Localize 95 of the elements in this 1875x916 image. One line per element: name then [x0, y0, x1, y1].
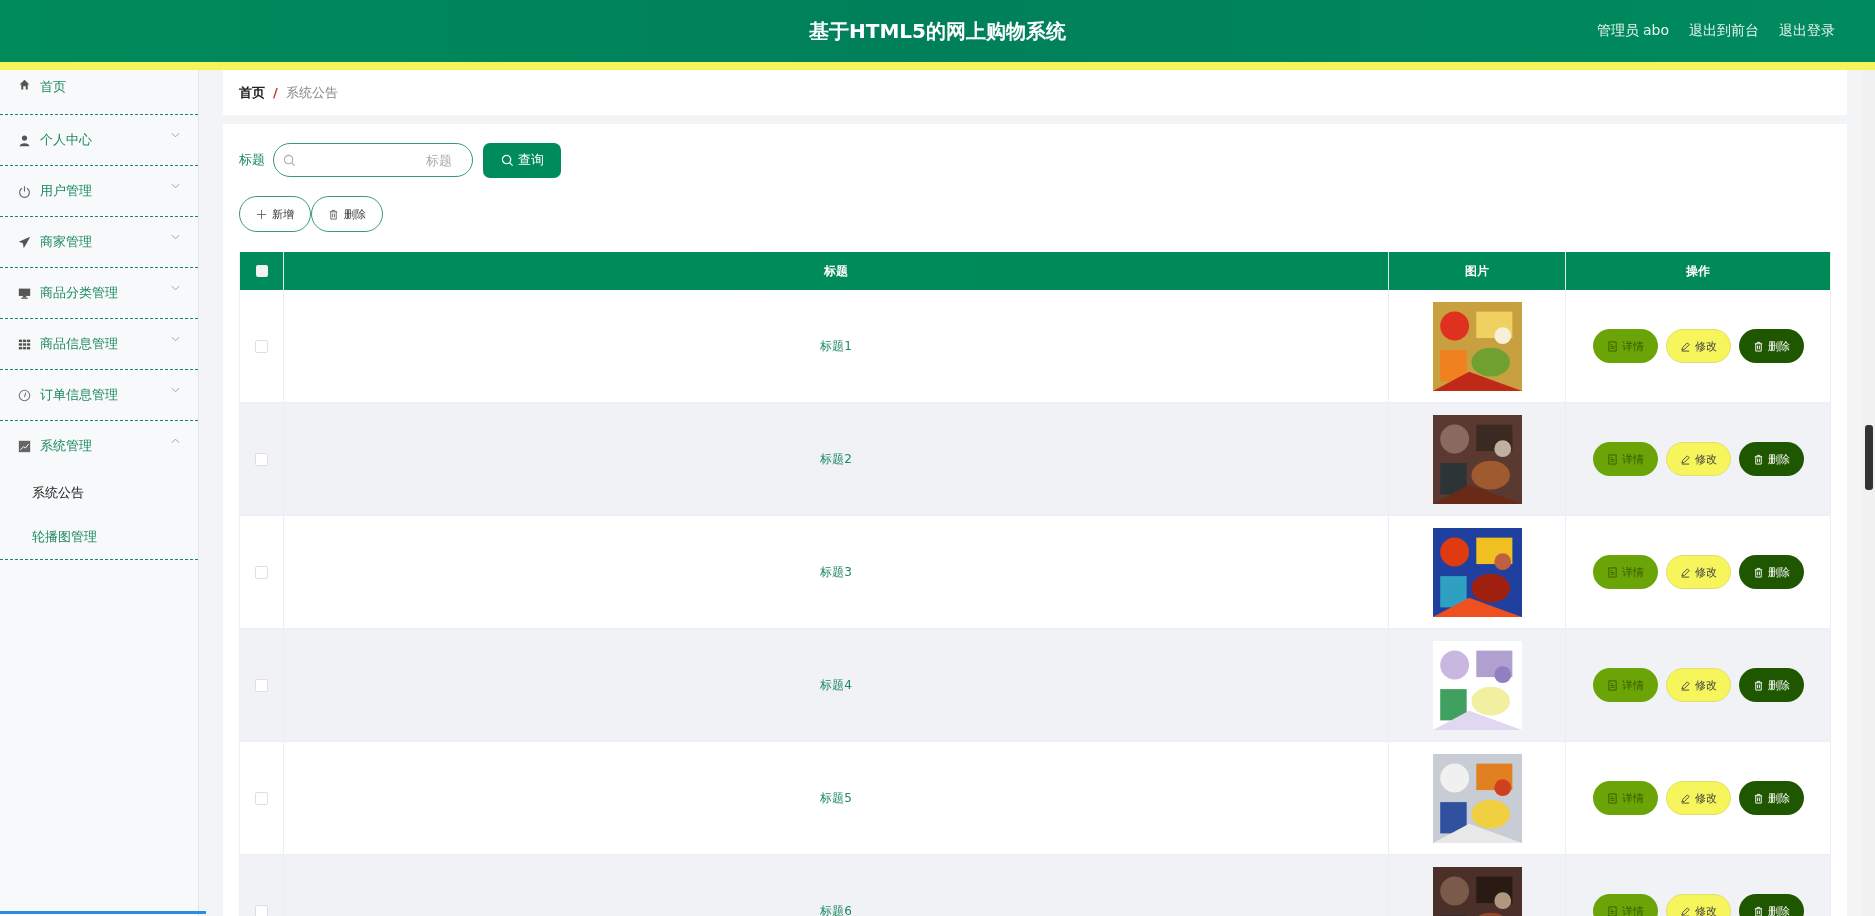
breadcrumb-item: 系统公告	[285, 83, 338, 102]
search-button[interactable]: 查询	[483, 142, 561, 178]
scrollbar[interactable]	[1863, 70, 1875, 916]
menu-item[interactable]: 商品信息管理	[0, 319, 198, 369]
title-cell: 标题5	[820, 789, 852, 807]
row-checkbox[interactable]	[255, 791, 268, 805]
pencil-icon	[1679, 905, 1691, 916]
detail-button[interactable]: 详情	[1592, 329, 1658, 363]
delete-button[interactable]: 删除	[1738, 781, 1804, 815]
chevron-down-icon	[171, 234, 180, 240]
title-cell: 标题3	[820, 563, 852, 581]
detail-button[interactable]: 详情	[1592, 555, 1658, 589]
delete-button[interactable]: 删除	[1738, 329, 1804, 363]
search-icon	[500, 153, 514, 167]
delete-button[interactable]: 删除	[1738, 894, 1804, 916]
title-cell: 标题2	[820, 450, 852, 468]
trash-icon	[1752, 566, 1764, 578]
edit-button[interactable]: 修改	[1665, 668, 1731, 702]
detail-button[interactable]: 详情	[1592, 668, 1658, 702]
trash-icon	[1752, 905, 1764, 916]
document-icon	[1606, 340, 1618, 352]
chevron-down-icon	[171, 132, 180, 138]
menu-item[interactable]: 商品分类管理	[0, 268, 198, 318]
submenu-item[interactable]: 系统公告	[0, 471, 198, 515]
row-checkbox[interactable]	[255, 452, 268, 466]
gauge-icon	[18, 388, 31, 402]
search-icon	[283, 154, 296, 167]
document-icon	[1606, 566, 1618, 578]
column-header: 标题	[284, 252, 1389, 290]
chevron-up-icon	[171, 438, 180, 444]
select-all-checkbox[interactable]	[255, 265, 268, 277]
detail-button[interactable]: 详情	[1592, 781, 1658, 815]
trash-icon	[1752, 792, 1764, 804]
pencil-icon	[1679, 679, 1691, 691]
home-icon	[18, 78, 31, 91]
edit-button[interactable]: 修改	[1665, 894, 1731, 916]
chevron-down-icon	[171, 285, 180, 291]
trash-icon	[1752, 340, 1764, 352]
pencil-icon	[1679, 792, 1691, 804]
breadcrumb-separator: /	[273, 85, 278, 100]
title-cell: 标题4	[820, 676, 852, 694]
search-field[interactable]: 标题	[273, 143, 473, 177]
pencil-icon	[1679, 453, 1691, 465]
plus-icon	[256, 208, 267, 220]
column-header: 操作	[1566, 252, 1831, 290]
add-button[interactable]: 新增	[239, 196, 311, 232]
chart-icon	[18, 439, 31, 453]
row-checkbox[interactable]	[255, 565, 268, 579]
title-cell: 标题1	[820, 337, 852, 355]
chevron-down-icon	[171, 336, 180, 342]
detail-button[interactable]: 详情	[1592, 894, 1658, 916]
row-checkbox[interactable]	[255, 678, 268, 692]
document-icon	[1606, 792, 1618, 804]
menu-item[interactable]: 用户管理	[0, 166, 198, 216]
chevron-down-icon	[171, 183, 180, 189]
scrollbar[interactable]	[0, 911, 206, 914]
menu-item[interactable]: 订单信息管理	[0, 370, 198, 420]
trash-icon	[1752, 679, 1764, 691]
document-icon	[1606, 905, 1618, 916]
menu-item[interactable]: 商家管理	[0, 217, 198, 267]
grid-icon	[18, 337, 31, 351]
chevron-down-icon	[171, 387, 180, 393]
edit-button[interactable]: 修改	[1665, 781, 1731, 815]
trash-icon	[1752, 453, 1764, 465]
trash-icon	[328, 208, 339, 220]
row-checkbox[interactable]	[255, 904, 268, 916]
header-link[interactable]: 管理员 abo	[1596, 22, 1669, 40]
title-cell: 标题6	[820, 902, 852, 916]
menu-item[interactable]: 系统管理	[0, 421, 198, 471]
row-checkbox[interactable]	[255, 339, 268, 353]
submenu-item[interactable]: 轮播图管理	[0, 515, 198, 559]
header-link[interactable]: 退出登录	[1779, 22, 1835, 40]
column-header: 图片	[1389, 252, 1566, 290]
delete-button[interactable]: 删除	[1738, 442, 1804, 476]
delete-button[interactable]: 删除	[311, 196, 383, 232]
pencil-icon	[1679, 566, 1691, 578]
send-icon	[18, 235, 31, 249]
header-link[interactable]: 退出到前台	[1689, 22, 1759, 40]
search-label: 标题	[239, 151, 265, 169]
site-title: 基于HTML5的网上购物系统	[809, 17, 1066, 45]
breadcrumb-item[interactable]: 首页	[239, 83, 265, 102]
edit-button[interactable]: 修改	[1665, 442, 1731, 476]
document-icon	[1606, 453, 1618, 465]
edit-button[interactable]: 修改	[1665, 555, 1731, 589]
power-icon	[18, 184, 31, 198]
delete-button[interactable]: 删除	[1738, 555, 1804, 589]
menu-item[interactable]: 首页	[0, 70, 198, 114]
detail-button[interactable]: 详情	[1592, 442, 1658, 476]
monitor-icon	[18, 286, 31, 300]
delete-button[interactable]: 删除	[1738, 668, 1804, 702]
menu-item[interactable]: 个人中心	[0, 115, 198, 165]
document-icon	[1606, 679, 1618, 691]
pencil-icon	[1679, 340, 1691, 352]
user-icon	[18, 133, 31, 147]
edit-button[interactable]: 修改	[1665, 329, 1731, 363]
